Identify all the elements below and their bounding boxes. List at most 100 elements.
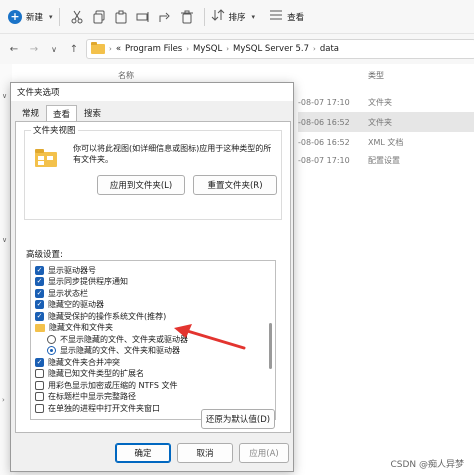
advanced-setting-row[interactable]: 隐藏已知文件类型的扩展名 xyxy=(35,368,144,380)
restore-defaults-button[interactable]: 还原为默认值(D) xyxy=(201,409,275,429)
explorer-toolbar: + 新建 ▾ 排序 ▾ 查看 xyxy=(0,0,474,34)
folder-views-description: 你可以将此视图(如详细信息或图标)应用于这种类型的所有文件夹。 xyxy=(73,144,272,164)
sort-button[interactable]: 排序 ▾ xyxy=(211,8,255,25)
advanced-setting-label: 不显示隐藏的文件、文件夹或驱动器 xyxy=(60,334,188,344)
chevron-down-icon[interactable]: ∨ xyxy=(2,92,7,100)
checkbox-unchecked[interactable] xyxy=(35,380,44,390)
advanced-setting-label: 显示同步提供程序通知 xyxy=(48,277,128,286)
apply-button[interactable]: 应用(A) xyxy=(239,443,289,463)
chevron-right-icon: › xyxy=(226,45,230,53)
rename-icon[interactable] xyxy=(132,6,154,28)
file-row[interactable]: -08-07 17:10 配置设置 xyxy=(298,150,474,170)
file-row[interactable]: -08-06 16:52 文件夹 xyxy=(298,112,474,132)
column-header-name[interactable]: 名称 xyxy=(118,70,134,81)
breadcrumb-data[interactable]: data xyxy=(320,44,339,54)
checkbox-checked[interactable] xyxy=(35,265,44,275)
advanced-setting-row[interactable]: 在标题栏中显示完整路径 xyxy=(35,391,136,403)
folder-views-title: 文件夹视图 xyxy=(31,124,78,136)
advanced-setting-row[interactable]: 显示驱动器号 xyxy=(35,264,96,276)
dialog-title: 文件夹选项 xyxy=(17,88,60,98)
tab-search[interactable]: 搜索 xyxy=(77,104,108,122)
radio-selected[interactable] xyxy=(47,346,56,355)
advanced-setting-label: 显示隐藏的文件、文件夹和驱动器 xyxy=(60,346,180,355)
advanced-setting-label: 用彩色显示加密或压缩的 NTFS 文件 xyxy=(48,380,178,390)
breadcrumb-program-files[interactable]: Program Files xyxy=(125,44,182,54)
red-arrow-annotation xyxy=(174,324,246,350)
advanced-setting-label: 隐藏已知文件类型的扩展名 xyxy=(48,369,144,378)
checkbox-checked[interactable] xyxy=(35,277,44,286)
checkbox-unchecked[interactable] xyxy=(35,369,44,378)
tab-strip: 常规 查看 搜索 xyxy=(15,105,108,122)
file-type: 文件夹 xyxy=(368,117,392,127)
view-icon xyxy=(269,8,283,25)
dialog-titlebar: 文件夹选项 xyxy=(11,83,293,101)
ok-button[interactable]: 确定 xyxy=(115,443,171,463)
chevron-right-icon[interactable]: › xyxy=(2,396,5,404)
paste-icon[interactable] xyxy=(110,6,132,28)
file-row[interactable]: -08-06 16:52 XML 文档 xyxy=(298,132,474,152)
breadcrumb-overflow[interactable]: « xyxy=(116,44,121,54)
advanced-setting-row[interactable]: 显示状态栏 xyxy=(35,287,88,299)
new-label: 新建 xyxy=(26,12,44,23)
view-button[interactable]: 查看 xyxy=(269,8,304,25)
folder-views-group: 文件夹视图 你可以将此视图(如详细信息或图标)应用于这种类型的所有文件夹。 应用… xyxy=(24,124,282,220)
tree-scrollbar[interactable] xyxy=(269,265,273,415)
advanced-setting-label: 显示驱动器号 xyxy=(48,265,96,275)
advanced-setting-row[interactable]: 隐藏受保护的操作系统文件(推荐) xyxy=(35,310,166,322)
folder-icon xyxy=(35,323,45,332)
cancel-button[interactable]: 取消 xyxy=(177,443,233,463)
chevron-right-icon: › xyxy=(186,45,190,53)
new-button[interactable]: + 新建 ▾ xyxy=(8,9,53,24)
advanced-setting-label: 在标题栏中显示完整路径 xyxy=(48,392,136,401)
checkbox-checked[interactable] xyxy=(35,288,44,298)
advanced-setting-row[interactable]: 隐藏文件和文件夹 xyxy=(35,322,113,334)
address-bar[interactable]: › « Program Files › MySQL › MySQL Server… xyxy=(86,39,474,59)
view-tab-panel: 文件夹视图 你可以将此视图(如详细信息或图标)应用于这种类型的所有文件夹。 应用… xyxy=(15,121,291,433)
scrollbar-thumb[interactable] xyxy=(269,323,272,369)
radio-unselected[interactable] xyxy=(47,334,56,344)
tab-general[interactable]: 常规 xyxy=(15,104,46,122)
watermark: CSDN @痴人异梦 xyxy=(390,460,464,470)
advanced-setting-row[interactable]: 在单独的进程中打开文件夹窗口 xyxy=(35,402,160,414)
file-row[interactable]: -08-07 17:10 文件夹 xyxy=(298,92,474,112)
file-date: -08-07 17:10 xyxy=(298,155,350,165)
cut-icon[interactable] xyxy=(66,6,88,28)
file-type: 配置设置 xyxy=(368,155,400,165)
checkbox-checked[interactable] xyxy=(35,311,44,321)
advanced-setting-row[interactable]: 隐藏空的驱动器 xyxy=(35,299,104,311)
advanced-setting-row[interactable]: 不显示隐藏的文件、文件夹或驱动器 xyxy=(47,333,188,345)
address-bar-row: ← → ∨ ↑ › « Program Files › MySQL › MySQ… xyxy=(0,34,474,64)
file-type: XML 文档 xyxy=(368,137,404,147)
toolbar-divider xyxy=(203,7,205,26)
up-arrow-icon[interactable]: ↑ xyxy=(64,39,84,59)
advanced-setting-row[interactable]: 显示隐藏的文件、文件夹和驱动器 xyxy=(47,345,180,357)
view-label: 查看 xyxy=(287,12,305,23)
share-icon[interactable] xyxy=(154,6,176,28)
checkbox-unchecked[interactable] xyxy=(35,392,44,401)
advanced-setting-label: 隐藏文件夹合并冲突 xyxy=(48,357,120,367)
recent-chevron-icon[interactable]: ∨ xyxy=(44,39,64,59)
chevron-right-icon: › xyxy=(313,45,316,53)
folder-icon xyxy=(91,42,105,54)
forward-arrow-icon[interactable]: → xyxy=(24,39,44,59)
chevron-down-icon: ▾ xyxy=(49,12,53,21)
advanced-setting-row[interactable]: 用彩色显示加密或压缩的 NTFS 文件 xyxy=(35,379,178,391)
chevron-down-icon[interactable]: ∨ xyxy=(2,236,7,244)
checkbox-checked[interactable] xyxy=(35,357,44,367)
sort-label: 排序 xyxy=(228,12,246,23)
column-header-type[interactable]: 类型 xyxy=(368,70,384,81)
reset-folders-button[interactable]: 重置文件夹(R) xyxy=(193,175,277,195)
tab-view[interactable]: 查看 xyxy=(46,105,78,122)
breadcrumb-mysql-server[interactable]: MySQL Server 5.7 xyxy=(233,44,309,54)
delete-icon[interactable] xyxy=(176,6,198,28)
folder-options-dialog: 文件夹选项 常规 查看 搜索 文件夹视图 你可以将此视图(如详细信息或图标)应用… xyxy=(10,82,294,472)
apply-to-folders-button[interactable]: 应用到文件夹(L) xyxy=(97,175,185,195)
breadcrumb-mysql[interactable]: MySQL xyxy=(193,44,222,54)
checkbox-unchecked[interactable] xyxy=(35,403,44,413)
advanced-settings-label: 高级设置: xyxy=(26,250,63,260)
back-arrow-icon[interactable]: ← xyxy=(4,39,24,59)
checkbox-checked[interactable] xyxy=(35,300,44,309)
advanced-setting-row[interactable]: 显示同步提供程序通知 xyxy=(35,276,128,288)
copy-icon[interactable] xyxy=(88,6,110,28)
advanced-setting-row[interactable]: 隐藏文件夹合并冲突 xyxy=(35,356,120,368)
